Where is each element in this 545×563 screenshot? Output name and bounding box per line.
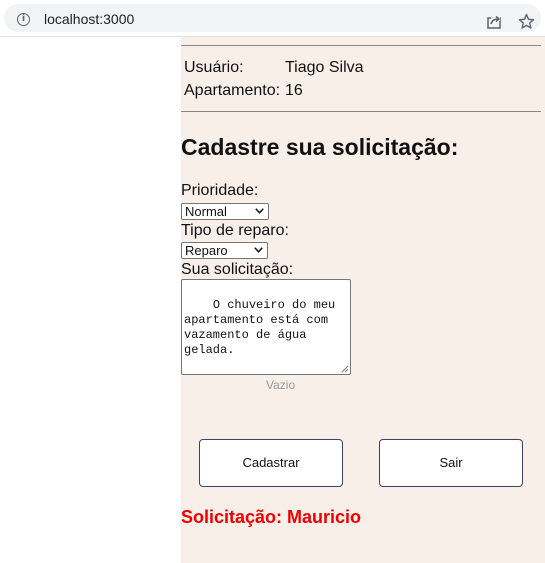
- resize-grip-icon[interactable]: [341, 365, 349, 373]
- exit-button[interactable]: Sair: [379, 439, 523, 487]
- url-text[interactable]: localhost:3000: [44, 11, 134, 27]
- info-icon[interactable]: i: [17, 13, 30, 26]
- address-bar[interactable]: i localhost:3000: [4, 4, 541, 32]
- user-label: Usuário:: [184, 59, 244, 76]
- request-panel: Usuário: Tiago Silva Apartamento: 16 Cad…: [181, 37, 545, 563]
- divider-top: [181, 45, 541, 46]
- chevron-down-icon: [254, 247, 263, 253]
- priority-selected-value: Normal: [185, 204, 227, 219]
- repair-type-label: Tipo de reparo:: [181, 222, 289, 239]
- divider-bottom: [181, 111, 541, 112]
- request-text: O chuveiro do meu apartamento está com v…: [184, 298, 343, 357]
- browser-toolbar: i localhost:3000: [0, 0, 545, 37]
- request-status: Solicitação: Mauricio: [181, 507, 362, 527]
- apartment-number: 16: [285, 82, 303, 99]
- chevron-down-icon: [255, 208, 264, 214]
- star-icon[interactable]: [518, 13, 535, 30]
- user-name: Tiago Silva: [285, 59, 364, 76]
- priority-select[interactable]: Normal: [181, 203, 269, 220]
- repair-type-selected-value: Reparo: [185, 243, 228, 258]
- repair-type-select[interactable]: Reparo: [181, 242, 268, 259]
- request-textarea[interactable]: O chuveiro do meu apartamento está com v…: [181, 279, 351, 375]
- apartment-label: Apartamento:: [184, 82, 281, 99]
- form-title: Cadastre sua solicitação:: [181, 134, 459, 160]
- request-label: Sua solicitação:: [181, 261, 294, 278]
- submit-button[interactable]: Cadastrar: [199, 439, 343, 487]
- priority-label: Prioridade:: [181, 182, 259, 199]
- share-icon[interactable]: [486, 14, 502, 30]
- character-counter: Vazio: [266, 378, 296, 392]
